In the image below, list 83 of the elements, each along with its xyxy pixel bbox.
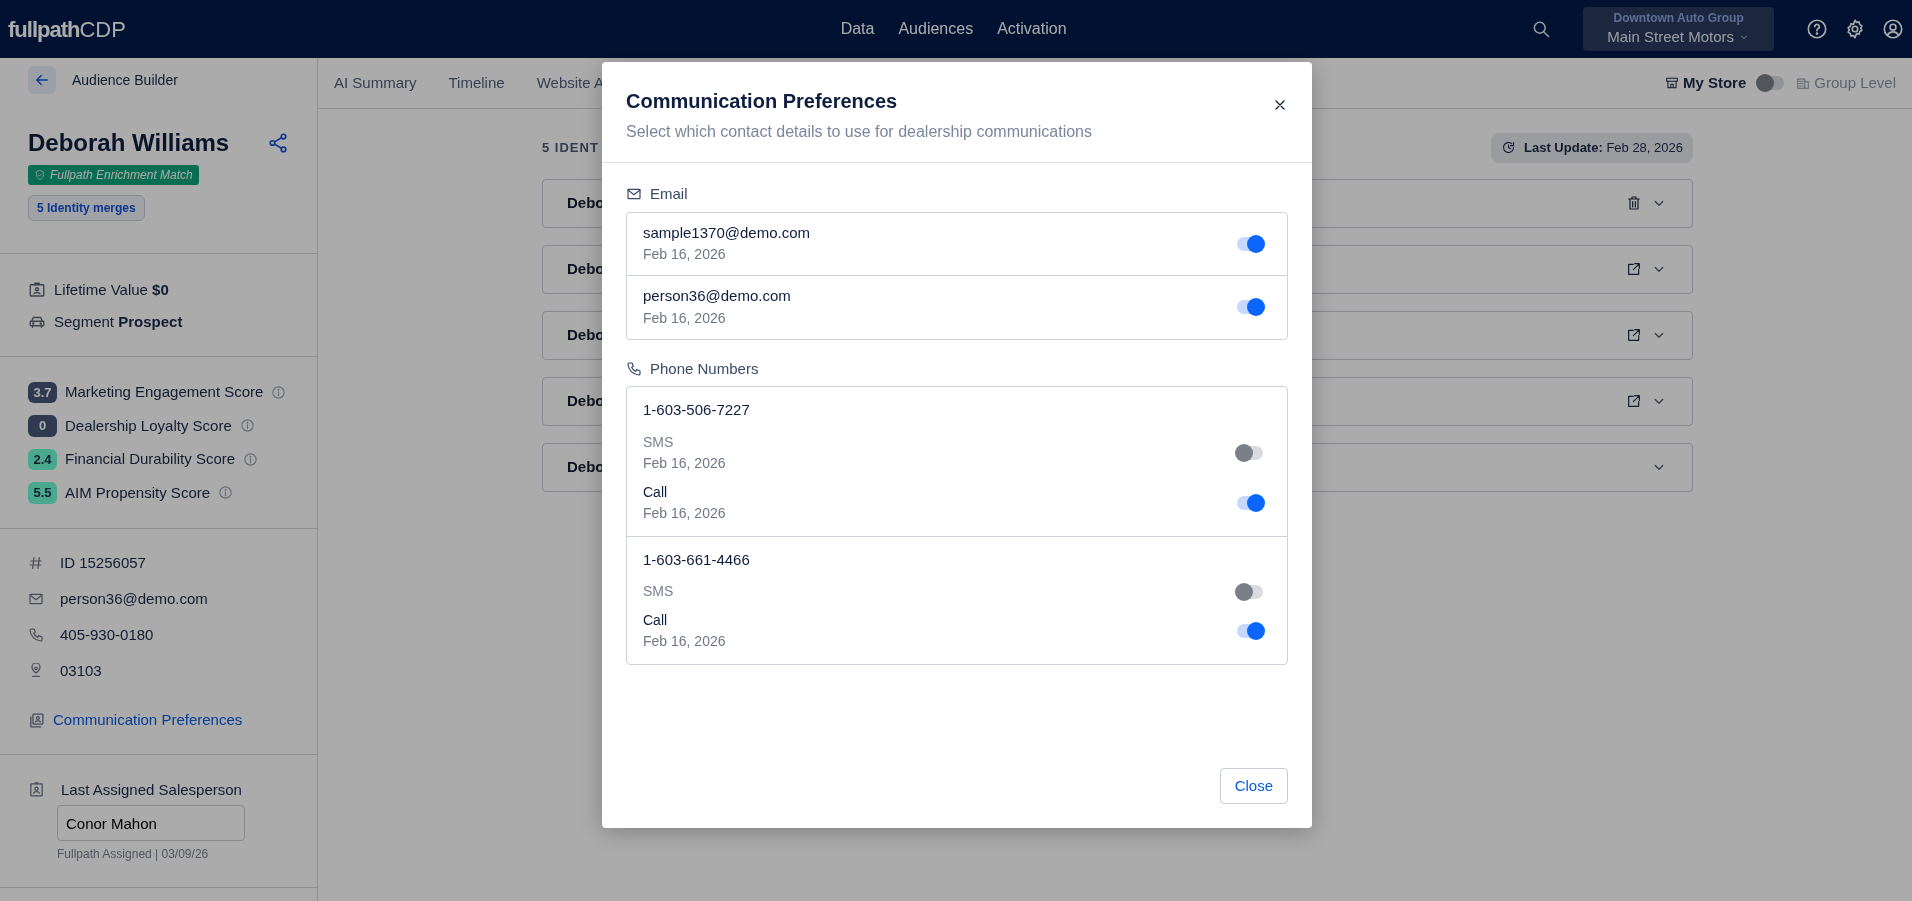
- channel-label: Call: [643, 482, 669, 502]
- store-icon: [1664, 76, 1679, 90]
- building-icon: [1796, 76, 1811, 90]
- stat-text: Lifetime Value $0: [54, 279, 169, 300]
- toggle-switch[interactable]: [1237, 300, 1263, 314]
- store-scope-label: My Store: [1682, 72, 1747, 93]
- email-address: person36@demo.com: [643, 286, 791, 307]
- store-selector[interactable]: Downtown Auto Group Main Street Motors: [1583, 7, 1774, 51]
- breadcrumb-label[interactable]: Audience Builder: [72, 69, 178, 91]
- tab[interactable]: Timeline: [432, 71, 521, 95]
- share-icon[interactable]: [267, 132, 289, 154]
- group-label: Phone Numbers: [650, 358, 759, 379]
- group-label: Email: [650, 184, 688, 204]
- tab[interactable]: AI Summary: [318, 71, 433, 95]
- nav-link[interactable]: Activation: [997, 17, 1067, 41]
- phone-number: 1-603-506-7227: [643, 400, 751, 420]
- contact-card-icon: [28, 711, 45, 729]
- external-link-icon[interactable]: [1626, 327, 1642, 343]
- date-text: Feb 16, 2026: [643, 453, 726, 473]
- shield-icon: [34, 169, 46, 181]
- toggle-switch[interactable]: [1237, 236, 1263, 251]
- user-icon[interactable]: [1882, 18, 1904, 40]
- phone-number: 1-603-661-4466: [643, 549, 751, 570]
- back-button[interactable]: [28, 66, 56, 94]
- toggle-switch[interactable]: [1237, 584, 1263, 599]
- score-label: Financial Durability Score: [65, 449, 236, 469]
- identity-merges-badge[interactable]: 5 Identity merges: [28, 195, 145, 221]
- score-badge: 5.5: [28, 482, 57, 504]
- stat-text: Segment Prospect: [54, 311, 183, 332]
- toggle-switch[interactable]: [1237, 495, 1263, 510]
- group-scope-label: Group Level: [1814, 72, 1896, 93]
- email-address: sample1370@demo.com: [643, 222, 810, 243]
- score-label: Marketing Engagement Score: [65, 382, 264, 402]
- assignment-note: Fullpath Assigned | 03/09/26: [57, 846, 210, 863]
- detail-text: 03103: [60, 660, 102, 681]
- preferences-link[interactable]: Communication Preferences: [53, 709, 243, 732]
- detail-text: ID 15256057: [60, 552, 146, 573]
- score-badge: 0: [28, 415, 57, 437]
- date-text: Feb 16, 2026: [643, 503, 726, 523]
- logo-wordmark: fullpath: [8, 15, 80, 44]
- external-link-icon[interactable]: [1626, 393, 1642, 409]
- nav-link[interactable]: Data: [840, 17, 875, 41]
- last-update-text: Last Update: Feb 28, 2026: [1524, 139, 1683, 157]
- date-text: Feb 16, 2026: [643, 245, 727, 265]
- toggle-switch[interactable]: [1237, 624, 1263, 638]
- date-text: Feb 16, 2026: [643, 308, 727, 328]
- settings-icon[interactable]: [1844, 18, 1866, 40]
- detail-text: 405-930-0180: [60, 624, 154, 645]
- store-group-name: Downtown Auto Group: [1612, 11, 1745, 28]
- score-badge: 2.4: [28, 448, 57, 470]
- toggle-switch[interactable]: [1237, 445, 1263, 460]
- date-text: Feb 16, 2026: [643, 632, 726, 651]
- score-label: Dealership Loyalty Score: [65, 415, 232, 436]
- customer-name: Deborah Williams: [28, 128, 230, 158]
- external-link-icon[interactable]: [1626, 261, 1642, 277]
- section-heading: 5 IDENT: [542, 139, 599, 157]
- detail-text: person36@demo.com: [60, 588, 208, 609]
- search-icon[interactable]: [1531, 19, 1552, 39]
- channel-label: SMS: [643, 432, 675, 452]
- channel-label: Call: [643, 611, 669, 630]
- email-icon: [28, 591, 44, 607]
- logo-suffix: CDP: [79, 15, 126, 44]
- salesperson-label: Last Assigned Salesperson: [61, 779, 242, 800]
- location-pin-icon: [28, 663, 44, 679]
- phone-icon: [626, 360, 642, 377]
- briefcase-icon: [28, 281, 46, 299]
- nav-link[interactable]: Audiences: [898, 17, 974, 41]
- score-label: AIM Propensity Score: [65, 482, 211, 503]
- badge-icon: [28, 781, 45, 799]
- score-badge: 3.7: [28, 381, 57, 403]
- store-name: Main Street Motors: [1607, 27, 1734, 47]
- modal-subtitle: Select which contact details to use for dealership communications: [626, 122, 1093, 142]
- help-icon[interactable]: [1806, 18, 1828, 40]
- modal-title: Communication Preferences: [626, 89, 899, 114]
- scope-toggle[interactable]: [1758, 76, 1785, 90]
- channel-label: SMS: [643, 582, 674, 601]
- close-button[interactable]: Close: [1219, 767, 1288, 804]
- phone-icon: [28, 627, 44, 643]
- enrichment-badge: Fullpath Enrichment Match: [28, 165, 199, 185]
- refresh-clock-icon: [1501, 140, 1517, 156]
- salesperson-field[interactable]: Conor Mahon: [57, 805, 245, 841]
- hash-icon: [28, 555, 44, 571]
- trash-icon[interactable]: [1626, 195, 1642, 211]
